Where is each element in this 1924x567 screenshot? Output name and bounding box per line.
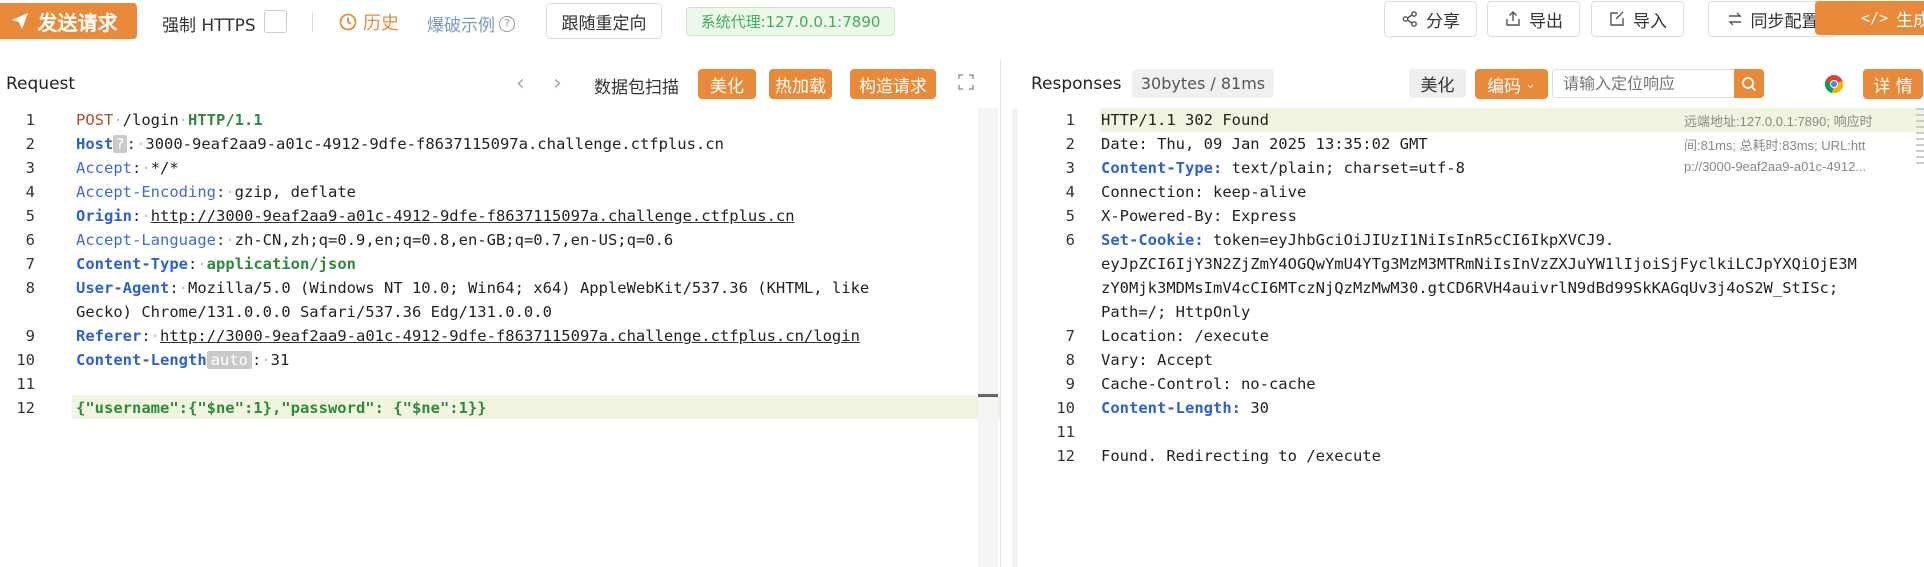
send-request-button[interactable]: 发送请求 — [0, 3, 137, 39]
referer-url-link[interactable]: http://3000-9eaf2aa9-a01c-4912-9dfe-f863… — [160, 327, 860, 345]
export-icon — [1506, 11, 1520, 26]
packet-scan-button[interactable]: 数据包扫描 — [594, 73, 679, 98]
import-button[interactable]: 导入 — [1591, 1, 1684, 37]
generate-label: 生成 — [1896, 10, 1924, 31]
response-search-box — [1552, 69, 1764, 99]
export-label: 导出 — [1529, 11, 1563, 32]
construct-request-button[interactable]: 构造请求 — [850, 69, 936, 99]
hot-reload-label: 热加载 — [775, 76, 826, 97]
history-button[interactable]: 历史 — [339, 9, 399, 35]
beautify-request-button[interactable]: 美化 — [698, 69, 756, 99]
chevron-right-icon[interactable]: › — [553, 71, 562, 96]
scroll-position-marker — [978, 394, 998, 397]
origin-url-link[interactable]: http://3000-9eaf2aa9-a01c-4912-9dfe-f863… — [151, 207, 795, 225]
send-icon — [11, 13, 28, 29]
expand-icon[interactable] — [957, 73, 975, 91]
share-button[interactable]: 分享 — [1384, 1, 1477, 37]
toolbar-divider — [312, 12, 313, 32]
details-label: 详 情 — [1873, 76, 1913, 97]
chrome-icon[interactable] — [1824, 74, 1844, 94]
host-info-tag[interactable]: ? — [113, 135, 127, 153]
system-proxy-label: 系统代理:127.0.0.1:7890 — [700, 13, 881, 31]
follow-redirect-button[interactable]: 跟随重定向 — [546, 3, 662, 39]
send-request-label: 发送请求 — [37, 10, 118, 35]
response-gutter-edge — [1012, 108, 1018, 567]
minimap-indicator — [1916, 108, 1924, 168]
export-button[interactable]: 导出 — [1487, 1, 1580, 37]
remote-info-note: 远端地址:127.0.0.1:7890; 响应时 — [1684, 114, 1873, 129]
clock-icon — [339, 13, 357, 31]
response-panel-header: Responses 30bytes / 81ms 美化 编码 ⌄ 详 情 — [1001, 58, 1924, 110]
explode-example-label: 爆破示例 — [427, 16, 495, 36]
request-editor[interactable]: 1 POST·/login·HTTP/1.1 2 Host?:·3000-9eaf2… — [0, 108, 1000, 567]
panel-divider[interactable] — [1000, 58, 1001, 567]
beautify-response-label: 美化 — [1420, 76, 1455, 96]
details-button[interactable]: 详 情 — [1863, 69, 1923, 99]
share-icon — [1402, 11, 1417, 27]
remote-info-note: p://3000-9eaf2aa9-a01c-4912... — [1684, 159, 1867, 174]
chevron-down-icon: ⌄ — [1525, 76, 1536, 92]
follow-redirect-label: 跟随重定向 — [561, 13, 647, 34]
hot-reload-button[interactable]: 热加载 — [769, 69, 832, 99]
import-label: 导入 — [1633, 11, 1667, 32]
response-size-time: 30bytes / 81ms — [1140, 74, 1266, 93]
history-label: 历史 — [363, 13, 399, 34]
help-icon: ? — [499, 15, 515, 32]
code-icon: </> — [1861, 9, 1889, 27]
request-scrollbar[interactable] — [978, 108, 998, 567]
generate-code-button[interactable]: </> 生成 — [1815, 1, 1924, 35]
sync-icon — [1727, 12, 1742, 26]
top-toolbar: 发送请求 强制 HTTPS 历史 爆破示例 ? 跟随重定向 系统代理:127.0… — [0, 0, 1924, 44]
force-https-label: 强制 HTTPS — [162, 16, 256, 36]
response-search-input[interactable] — [1561, 70, 1735, 99]
encode-dropdown[interactable]: 编码 ⌄ — [1475, 69, 1548, 99]
remote-info-note: 间:81ms; 总耗时:83ms; URL:htt — [1684, 138, 1866, 153]
request-body-json: {"username":{"$ne":1},"password": {"$ne"… — [76, 399, 487, 417]
response-editor[interactable]: 1 HTTP/1.1 302 Found 2 Date: Thu, 09 Jan 2… — [1012, 108, 1924, 567]
request-panel-header: Request ‹ › 数据包扫描 美化 热加载 构造请求 — [0, 58, 1000, 110]
search-icon — [1742, 76, 1757, 91]
force-https-checkbox[interactable] — [264, 10, 287, 33]
search-button[interactable] — [1734, 69, 1764, 98]
response-size-time-badge: 30bytes / 81ms — [1132, 69, 1274, 98]
response-title: Responses — [1031, 74, 1122, 94]
request-title: Request — [6, 74, 76, 94]
construct-request-label: 构造请求 — [859, 76, 927, 97]
import-icon — [1610, 11, 1624, 26]
chevron-left-icon[interactable]: ‹ — [516, 71, 525, 96]
encode-label: 编码 — [1487, 76, 1522, 97]
auto-length-tag[interactable]: auto — [206, 351, 252, 369]
explode-example-link[interactable]: 爆破示例 ? — [427, 11, 515, 36]
share-label: 分享 — [1426, 11, 1460, 32]
system-proxy-badge[interactable]: 系统代理:127.0.0.1:7890 — [686, 7, 895, 36]
sync-config-label: 同步配置 — [1750, 11, 1819, 32]
beautify-response-button[interactable]: 美化 — [1409, 69, 1466, 98]
beautify-request-label: 美化 — [710, 76, 744, 97]
